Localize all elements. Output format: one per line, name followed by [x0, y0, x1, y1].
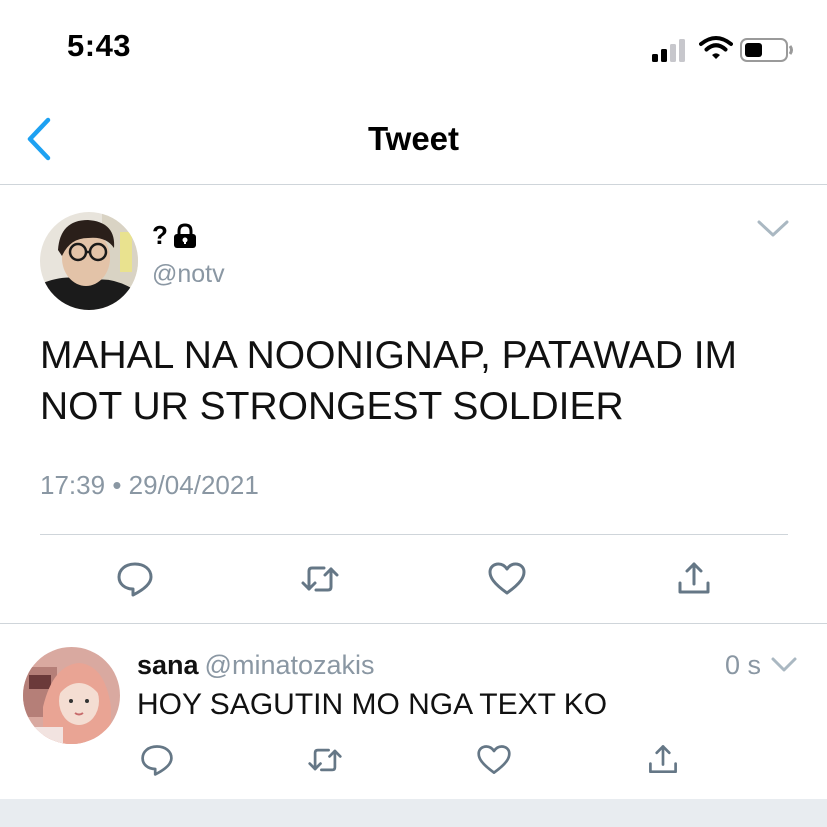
- section-divider: [0, 623, 827, 624]
- reply-handle[interactable]: @minatozakis: [205, 650, 375, 680]
- status-time: 5:43: [67, 28, 132, 63]
- nav-divider: [0, 184, 827, 185]
- reply-share-icon[interactable]: [645, 742, 681, 778]
- tweet-divider: [40, 534, 788, 535]
- lock-icon: [172, 222, 198, 249]
- reply-reply-icon[interactable]: [139, 742, 175, 778]
- share-icon[interactable]: [674, 559, 714, 599]
- tweet-time: 17:39: [40, 470, 106, 500]
- chevron-down-icon[interactable]: [756, 218, 790, 240]
- tweet-handle[interactable]: @notv: [152, 260, 225, 289]
- page-title: Tweet: [367, 120, 460, 157]
- tweet-text: MAHAL NA NOONIGNAP, PATAWAD IM NOT UR ST…: [40, 334, 738, 428]
- reply-timestamp: 0 s: [725, 650, 762, 680]
- cellular-signal-icon: [652, 38, 690, 62]
- battery-icon: [740, 38, 794, 62]
- reply-chevron-down-icon[interactable]: [770, 656, 798, 674]
- tweet-author-name[interactable]: ?: [152, 220, 198, 251]
- reply-like-icon[interactable]: [476, 742, 512, 778]
- retweet-icon[interactable]: [300, 559, 340, 599]
- bottom-background: [0, 799, 827, 827]
- reply-retweet-icon[interactable]: [307, 742, 343, 778]
- reply-avatar[interactable]: [23, 647, 120, 744]
- avatar[interactable]: [40, 212, 138, 310]
- reply-display-name[interactable]: sana: [137, 650, 199, 680]
- timestamp-separator: •: [112, 470, 122, 500]
- tweet-date: 29/04/2021: [128, 470, 259, 500]
- reply-text: HOY SAGUTIN MO NGA TEXT KO: [137, 688, 608, 721]
- like-icon[interactable]: [487, 559, 527, 599]
- reply-header: sana @minatozakis: [137, 650, 375, 681]
- display-name[interactable]: ?: [152, 220, 168, 251]
- tweet-timestamp: 17:39 • 29/04/2021: [40, 470, 259, 501]
- reply-icon[interactable]: [115, 559, 155, 599]
- wifi-icon: [699, 35, 733, 61]
